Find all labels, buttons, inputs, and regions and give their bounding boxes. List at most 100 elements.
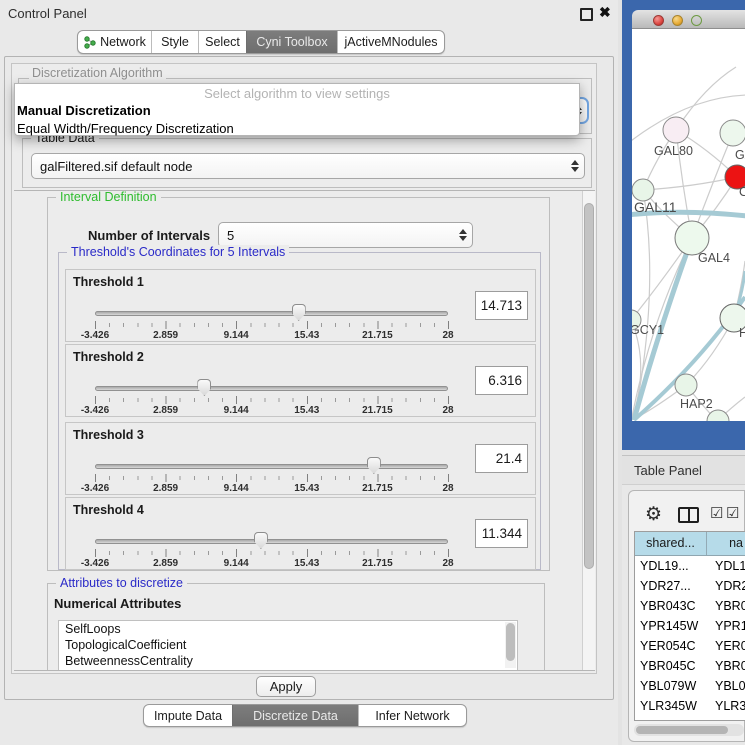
close-icon[interactable]: ✖ (599, 4, 611, 21)
close-traffic-light[interactable] (653, 15, 664, 26)
threshold-3-panel: Threshold 3 -3.426 2.859 9.144 15.43 21.… (65, 422, 536, 495)
table-data-combo-value: galFiltered.sif default node (40, 159, 192, 174)
minimize-traffic-light[interactable] (672, 15, 683, 26)
slider-ticks (95, 549, 449, 557)
vertical-scrollbar-thumb[interactable] (584, 203, 594, 569)
list-scrollbar[interactable] (505, 622, 516, 668)
cyni-mode-tabs: Impute Data Discretize Data Infer Networ… (143, 704, 467, 727)
node-label: C (739, 185, 745, 199)
attributes-group-title: Attributes to discretize (56, 576, 187, 590)
table-row[interactable]: YBR043CYBR0 (635, 596, 745, 616)
slider-track[interactable] (95, 539, 448, 544)
column-header-shared-name[interactable]: shared... (635, 532, 707, 555)
threshold-3-value-field[interactable]: 21.4 (475, 444, 528, 473)
slider-track[interactable] (95, 464, 448, 469)
tab-network[interactable]: Network (78, 31, 151, 53)
split-columns-icon[interactable] (678, 507, 699, 523)
node-top-right[interactable] (720, 120, 745, 146)
table-row[interactable]: YPR145WYPR1 (635, 616, 745, 636)
node-gal80[interactable] (663, 117, 689, 143)
table-data-group: Table Data galFiltered.sif default node (22, 138, 592, 188)
dropdown-item-manual-discretization[interactable]: Manual Discretization (15, 102, 579, 120)
slider-thumb[interactable] (197, 379, 211, 396)
control-panel-titlebar: Control Panel ✖ (0, 0, 618, 26)
tick-label: 15.43 (294, 483, 319, 494)
numerical-attributes-header: Numerical Attributes (54, 596, 181, 611)
tick-label: -3.426 (81, 483, 109, 494)
tick-label: 28 (442, 558, 453, 569)
numerical-attributes-list[interactable]: SelfLoops TopologicalCoefficient Between… (58, 620, 518, 671)
threshold-1-value-field[interactable]: 14.713 (475, 291, 528, 320)
gear-icon[interactable]: ⚙ (645, 505, 662, 524)
tab-jactivemnodules[interactable]: jActiveMNodules (337, 31, 444, 53)
table-row[interactable]: YIL052CYIL0 (635, 716, 745, 721)
vertical-scrollbar[interactable] (582, 191, 595, 670)
tick-label: 9.144 (224, 483, 249, 494)
tab-cyni-toolbox[interactable]: Cyni Toolbox (246, 31, 337, 53)
number-of-intervals-label: Number of Intervals (88, 228, 210, 243)
table-header-row: shared... na (635, 532, 745, 556)
dropdown-item-equal-width[interactable]: Equal Width/Frequency Discretization (15, 120, 579, 138)
table-row[interactable]: YBL079WYBL0 (635, 676, 745, 696)
list-item[interactable]: BetweennessCentrality (59, 653, 517, 669)
table-row[interactable]: YBR045CYBR0 (635, 656, 745, 676)
tick-label: 28 (442, 405, 453, 416)
slider-ticks (95, 396, 449, 404)
slider-ticks (95, 321, 449, 329)
node-label: GAL11 (634, 199, 677, 215)
list-item[interactable]: TopologicalCoefficient (59, 637, 517, 653)
horizontal-scrollbar[interactable] (634, 724, 744, 736)
combo-stepper-icon (571, 160, 579, 172)
slider-thumb[interactable] (292, 304, 306, 321)
slider-track[interactable] (95, 311, 448, 316)
tick-label: 9.144 (224, 330, 249, 341)
table-row[interactable]: YDR27...YDR2 (635, 576, 745, 596)
tab-style[interactable]: Style (151, 31, 198, 53)
table-row[interactable]: YDL19...YDL1 (635, 556, 745, 576)
list-item[interactable]: SelfLoops (59, 621, 517, 637)
threshold-coordinates-title: Threshold's Coordinates for 5 Intervals (67, 245, 289, 259)
table-data-combo[interactable]: galFiltered.sif default node (31, 153, 585, 179)
maximize-traffic-light[interactable] (691, 15, 702, 26)
table-row[interactable]: YER054CYER0 (635, 636, 745, 656)
tick-label: 2.859 (153, 405, 178, 416)
table-row[interactable]: YLR345WYLR3 (635, 696, 745, 716)
tab-select[interactable]: Select (198, 31, 246, 53)
slider-thumb[interactable] (254, 532, 268, 549)
tab-infer-network[interactable]: Infer Network (358, 705, 466, 726)
node-label: GCY1 (632, 323, 664, 337)
dropdown-placeholder-item[interactable]: Select algorithm to view settings (15, 84, 579, 102)
cyni-toolbox-content: Discretization Algorithm Select algorith… (4, 56, 614, 700)
combo-stepper-icon (459, 229, 467, 241)
node-bottom[interactable] (707, 410, 729, 421)
node-gal4[interactable] (675, 221, 709, 255)
horizontal-scrollbar-thumb[interactable] (636, 726, 728, 734)
list-scrollbar-thumb[interactable] (506, 623, 515, 661)
network-window-titlebar[interactable] (632, 10, 745, 29)
threshold-4-panel: Threshold 4 -3.426 2.859 9.144 15.43 21.… (65, 497, 536, 570)
node-label: GAL4 (698, 251, 730, 265)
float-window-icon[interactable] (580, 8, 593, 21)
node-hap2[interactable] (675, 374, 697, 396)
checkbox-icon[interactable]: ☑ (710, 506, 723, 521)
column-header-name[interactable]: na (707, 532, 745, 555)
checkbox-icon[interactable]: ☑ (726, 506, 739, 521)
threshold-2-value-field[interactable]: 6.316 (475, 366, 528, 395)
tick-label: 21.715 (362, 330, 393, 341)
node-label: GA (735, 148, 745, 162)
tick-label: 9.144 (224, 558, 249, 569)
network-canvas[interactable]: GAL80 GA C GAL11 GAL4 GCY1 H HAP2 (632, 29, 745, 421)
control-panel: Control Panel ✖ Network Style Select Cyn… (0, 0, 618, 745)
discretization-algorithm-title: Discretization Algorithm (29, 66, 166, 80)
slider-thumb[interactable] (367, 457, 381, 474)
slider-track[interactable] (95, 386, 448, 391)
threshold-4-value-field[interactable]: 11.344 (475, 519, 528, 548)
threshold-2-label: Threshold 2 (73, 350, 144, 364)
algorithm-dropdown-popup: Select algorithm to view settings Manual… (14, 83, 580, 136)
tab-impute-data[interactable]: Impute Data (144, 705, 232, 726)
network-view-frame: GAL80 GA C GAL11 GAL4 GCY1 H HAP2 (622, 0, 745, 450)
apply-button[interactable]: Apply (256, 676, 316, 697)
tick-label: 15.43 (294, 330, 319, 341)
tab-discretize-data[interactable]: Discretize Data (232, 705, 358, 726)
node-gal11[interactable] (632, 179, 654, 201)
